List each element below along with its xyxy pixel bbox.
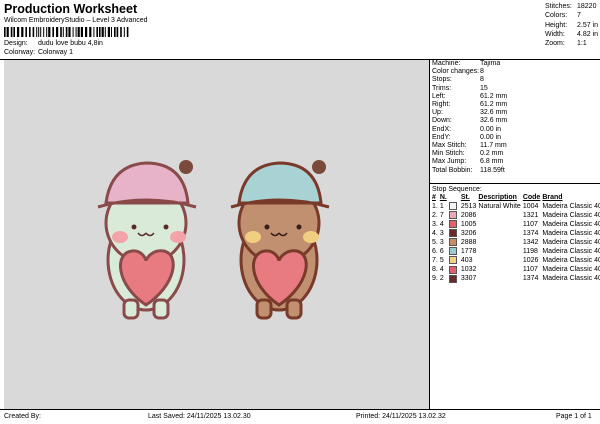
colorway-row: Colorway: Colorway 1 (4, 49, 73, 56)
software-subtitle: Wilcom EmbroideryStudio – Level 3 Advanc… (4, 17, 148, 24)
detail-row: Up: 32.6 mm (432, 109, 508, 117)
color-swatch-icon (448, 256, 457, 265)
panel-divider (429, 60, 430, 409)
summary-row: Width: 4.82 in (545, 30, 599, 38)
design-label: Design: (4, 40, 28, 47)
dudu-figure-icon (230, 160, 330, 320)
table-row: 6. 6 1778 1198 Madeira Classic 40 (432, 247, 600, 256)
bubu-figure-icon (97, 160, 197, 320)
colorway-label: Colorway: (4, 49, 36, 56)
color-swatch-icon (448, 238, 457, 247)
detail-row: Min Stitch: 0.2 mm (432, 150, 504, 158)
barcode (4, 27, 129, 37)
printed-date: Printed: 24/11/2025 13.02.32 (356, 413, 446, 420)
detail-row: Stops: 8 (432, 76, 484, 84)
design-preview[interactable] (4, 60, 429, 409)
detail-row: Right: 61.2 mm (432, 101, 508, 109)
stop-sequence-title: Stop Sequence: (432, 186, 482, 193)
table-row: 1. 1 2513 Natural White 1004 Madeira Classic … (432, 202, 600, 211)
page-number: Page 1 of 1 (556, 413, 592, 420)
page-title: Production Worksheet (4, 2, 138, 16)
table-row: 8. 4 1032 1107 Madeira Classic 40 (432, 265, 600, 274)
machine-details: Machine: Tajima Color changes:8 Stops: 8 T… (432, 60, 507, 175)
summary-row: Colors: 7 (545, 12, 581, 20)
design-value: dudu love bubu 4,8in (37, 40, 103, 47)
table-row: 7. 5 403 1026 Madeira Classic 40 (432, 256, 600, 265)
color-swatch-icon (448, 211, 457, 220)
last-saved: Last Saved: 24/11/2025 13.02.30 (148, 413, 251, 420)
color-swatch-icon (448, 229, 457, 238)
summary-row: Height: 2.57 in (545, 21, 599, 29)
table-row: 2. 7 2086 1321 Madeira Classic 40 (432, 211, 600, 220)
table-row: 5. 3 2888 1342 Madeira Classic 40 (432, 238, 600, 247)
detail-row: Max Jump: 6.8 mm (432, 158, 504, 166)
summary-row: Stitches: 18220 (545, 3, 597, 10)
color-swatch-icon (448, 274, 457, 283)
colorway-value: Colorway 1 (37, 49, 73, 56)
detail-row: Down: 32.6 mm (432, 117, 508, 125)
color-swatch-icon (448, 247, 457, 256)
detail-row: Total Bobbin: 118.59ft (432, 166, 505, 174)
table-row: 9. 2 3307 1374 Madeira Classic 40 (432, 274, 600, 283)
detail-row: Left: 61.2 mm (432, 92, 508, 100)
color-swatch-icon (448, 220, 457, 229)
details-divider (430, 183, 600, 184)
design-row: Design: dudu love bubu 4,8in (4, 40, 103, 47)
table-row: 3. 4 1005 1107 Madeira Classic 40 (432, 220, 600, 229)
summary-row: Zoom: 1:1 (545, 40, 587, 48)
table-row: 4. 3 3206 1374 Madeira Classic 40 (432, 229, 600, 238)
embroidery-preview-image (97, 160, 330, 320)
color-swatch-icon (448, 202, 457, 211)
detail-row: Trims: 15 (432, 84, 488, 92)
stop-sequence-table: # N. St. Description Code Brand 1. 1 2513 N… (432, 194, 600, 284)
summary-panel: Stitches: 18220 Colors: 7 Height: 2.57 in W… (545, 2, 598, 48)
color-swatch-icon (448, 265, 457, 274)
created-by: Created By: (4, 413, 41, 420)
detail-row: EndY: 0.00 in (432, 133, 502, 141)
detail-row: EndX: 0.00 in (432, 125, 502, 133)
detail-row: Machine: Tajima (432, 60, 501, 67)
table-header-row: # N. St. Description Code Brand (432, 194, 563, 201)
detail-row: Max Stitch: 11.7 mm (432, 142, 507, 150)
detail-row: Color changes:8 (432, 68, 484, 76)
footer-divider (0, 409, 600, 410)
